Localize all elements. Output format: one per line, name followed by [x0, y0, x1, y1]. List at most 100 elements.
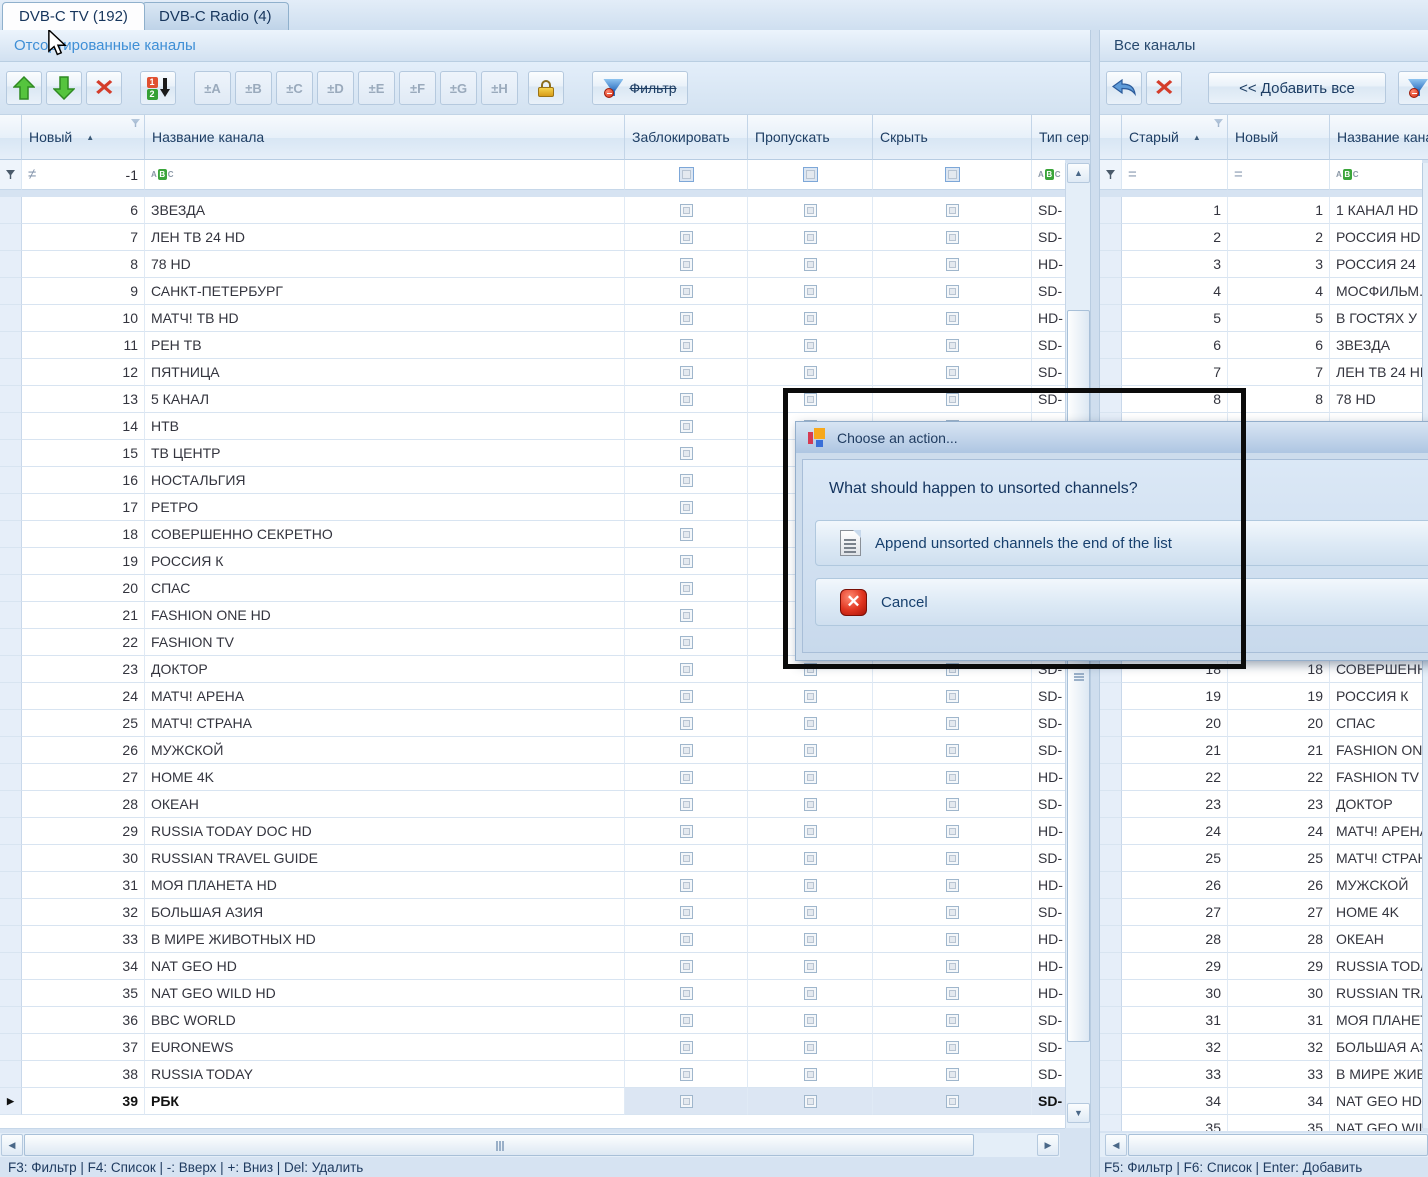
letter-sort-button[interactable]: ±A	[194, 71, 231, 105]
cell-lock[interactable]	[625, 386, 748, 413]
column-header-hide[interactable]: Скрыть	[873, 115, 1032, 160]
cell-channel-name[interactable]: ДОКТОР	[145, 656, 625, 683]
lock-checkbox[interactable]	[680, 717, 693, 730]
cell-number[interactable]: 27	[22, 764, 145, 791]
hide-checkbox[interactable]	[946, 204, 959, 217]
skip-checkbox[interactable]	[804, 285, 817, 298]
cell-number[interactable]: 35	[22, 980, 145, 1007]
move-up-button[interactable]	[6, 71, 42, 105]
cell-channel-name[interactable]: NAT GEO HD	[145, 953, 625, 980]
cell-channel-name[interactable]: СОВЕРШЕННО СЕКРЕТНО	[145, 521, 625, 548]
cell-hide[interactable]	[873, 359, 1032, 386]
channel-row[interactable]: 34NAT GEO HDHD-	[0, 953, 1065, 980]
cell-channel-name[interactable]: МАТЧ! СТРАНА	[1330, 845, 1422, 872]
add-all-button[interactable]: << Добавить все	[1208, 72, 1386, 104]
horizontal-scrollbar[interactable]: ◀ ▶	[0, 1133, 1060, 1157]
filter-cell-name[interactable]: ABC	[1330, 160, 1422, 190]
lock-checkbox[interactable]	[680, 609, 693, 622]
channel-row[interactable]: 32БОЛЬШАЯ АЗИЯSD-	[0, 899, 1065, 926]
lock-checkbox[interactable]	[680, 636, 693, 649]
cell-new-number[interactable]: 28	[1228, 926, 1330, 953]
cell-skip[interactable]	[748, 197, 873, 224]
cell-number[interactable]: 24	[22, 683, 145, 710]
cell-new-number[interactable]: 5	[1228, 305, 1330, 332]
cell-channel-name[interactable]: МАТЧ! ТВ HD	[145, 305, 625, 332]
hide-checkbox[interactable]	[946, 960, 959, 973]
cell-number[interactable]: 21	[22, 602, 145, 629]
cell-skip[interactable]	[748, 845, 873, 872]
cell-old-number[interactable]: 23	[1122, 791, 1228, 818]
hide-checkbox[interactable]	[946, 393, 959, 406]
cell-lock[interactable]	[625, 710, 748, 737]
cell-old-number[interactable]: 28	[1122, 926, 1228, 953]
lock-checkbox[interactable]	[680, 960, 693, 973]
channel-row[interactable]: 12ПЯТНИЦАSD-	[0, 359, 1065, 386]
cell-channel-name[interactable]: РБК	[145, 1088, 625, 1115]
cell-channel-name[interactable]: ЗВЕЗДА	[145, 197, 625, 224]
channel-row[interactable]: 30RUSSIAN TRAVEL GUIDESD-	[0, 845, 1065, 872]
cell-channel-name[interactable]: МУЖСКОЙ	[1330, 872, 1422, 899]
column-filter-icon[interactable]	[131, 119, 140, 127]
lock-checkbox[interactable]	[680, 852, 693, 865]
cell-old-number[interactable]: 29	[1122, 953, 1228, 980]
cell-channel-name[interactable]: NAT GEO WILD HD	[1330, 1115, 1422, 1131]
column-header-name[interactable]: Название канала	[1330, 115, 1428, 160]
move-down-button[interactable]	[46, 71, 82, 105]
cell-channel-name[interactable]: RUSSIA TODAY	[145, 1061, 625, 1088]
column-header-lock[interactable]: Заблокировать	[625, 115, 748, 160]
cell-hide[interactable]	[873, 1034, 1032, 1061]
cell-new-number[interactable]: 4	[1228, 278, 1330, 305]
cell-number[interactable]: 25	[22, 710, 145, 737]
scrollbar-thumb[interactable]	[1128, 1134, 1428, 1156]
cell-hide[interactable]	[873, 1007, 1032, 1034]
hide-checkbox[interactable]	[946, 771, 959, 784]
channel-row[interactable]: 3333В МИРЕ ЖИВОТНЫХ HD	[1100, 1061, 1422, 1088]
cell-channel-name[interactable]: ОКЕАН	[1330, 926, 1422, 953]
cell-number[interactable]: 20	[22, 575, 145, 602]
cell-channel-name[interactable]: RUSSIAN TRAVEL GUIDE	[145, 845, 625, 872]
cell-lock[interactable]	[625, 764, 748, 791]
cell-channel-name[interactable]: RUSSIA TODAY DOC HD	[1330, 953, 1422, 980]
channel-row[interactable]: 8878 HD	[1100, 386, 1422, 413]
channel-row[interactable]: 2323ДОКТОР	[1100, 791, 1422, 818]
add-back-button[interactable]	[1106, 71, 1142, 105]
cell-lock[interactable]	[625, 494, 748, 521]
cell-hide[interactable]	[873, 278, 1032, 305]
skip-checkbox[interactable]	[804, 852, 817, 865]
hide-checkbox[interactable]	[946, 1068, 959, 1081]
cell-hide[interactable]	[873, 791, 1032, 818]
channel-row[interactable]: 11РЕН ТВSD-	[0, 332, 1065, 359]
cell-skip[interactable]	[748, 980, 873, 1007]
cell-old-number[interactable]: 7	[1122, 359, 1228, 386]
channel-row[interactable]: 2626МУЖСКОЙ	[1100, 872, 1422, 899]
channel-row[interactable]: 33РОССИЯ 24	[1100, 251, 1422, 278]
hide-checkbox[interactable]	[946, 663, 959, 676]
cell-skip[interactable]	[748, 359, 873, 386]
lock-checkbox[interactable]	[680, 1014, 693, 1027]
tab-dvbc-radio[interactable]: DVB-C Radio (4)	[142, 2, 289, 30]
cell-skip[interactable]	[748, 1088, 873, 1115]
hide-checkbox[interactable]	[946, 717, 959, 730]
cell-channel-name[interactable]: В ГОСТЯХ У	[1330, 305, 1422, 332]
cell-channel-name[interactable]: САНКТ-ПЕТЕРБУРГ	[145, 278, 625, 305]
channel-row[interactable]: 1919РОССИЯ К	[1100, 683, 1422, 710]
filter-cell-new[interactable]: ≠ -1	[22, 160, 145, 190]
cell-skip[interactable]	[748, 278, 873, 305]
cell-old-number[interactable]: 19	[1122, 683, 1228, 710]
skip-checkbox[interactable]	[804, 1068, 817, 1081]
cell-old-number[interactable]: 27	[1122, 899, 1228, 926]
cell-number[interactable]: 22	[22, 629, 145, 656]
cell-old-number[interactable]: 30	[1122, 980, 1228, 1007]
cell-skip[interactable]	[748, 224, 873, 251]
channel-row[interactable]: 3131МОЯ ПЛАНЕТА HD	[1100, 1007, 1422, 1034]
filter-cell-old[interactable]: =	[1122, 160, 1228, 190]
cell-channel-name[interactable]: RUSSIA TODAY DOC HD	[145, 818, 625, 845]
cell-new-number[interactable]: 24	[1228, 818, 1330, 845]
filter-cell-hide[interactable]	[873, 160, 1032, 190]
cell-number[interactable]: 37	[22, 1034, 145, 1061]
renumber-button[interactable]: 12	[140, 71, 176, 105]
skip-checkbox[interactable]	[804, 798, 817, 811]
skip-checkbox[interactable]	[804, 987, 817, 1000]
cell-old-number[interactable]: 4	[1122, 278, 1228, 305]
skip-checkbox[interactable]	[804, 744, 817, 757]
